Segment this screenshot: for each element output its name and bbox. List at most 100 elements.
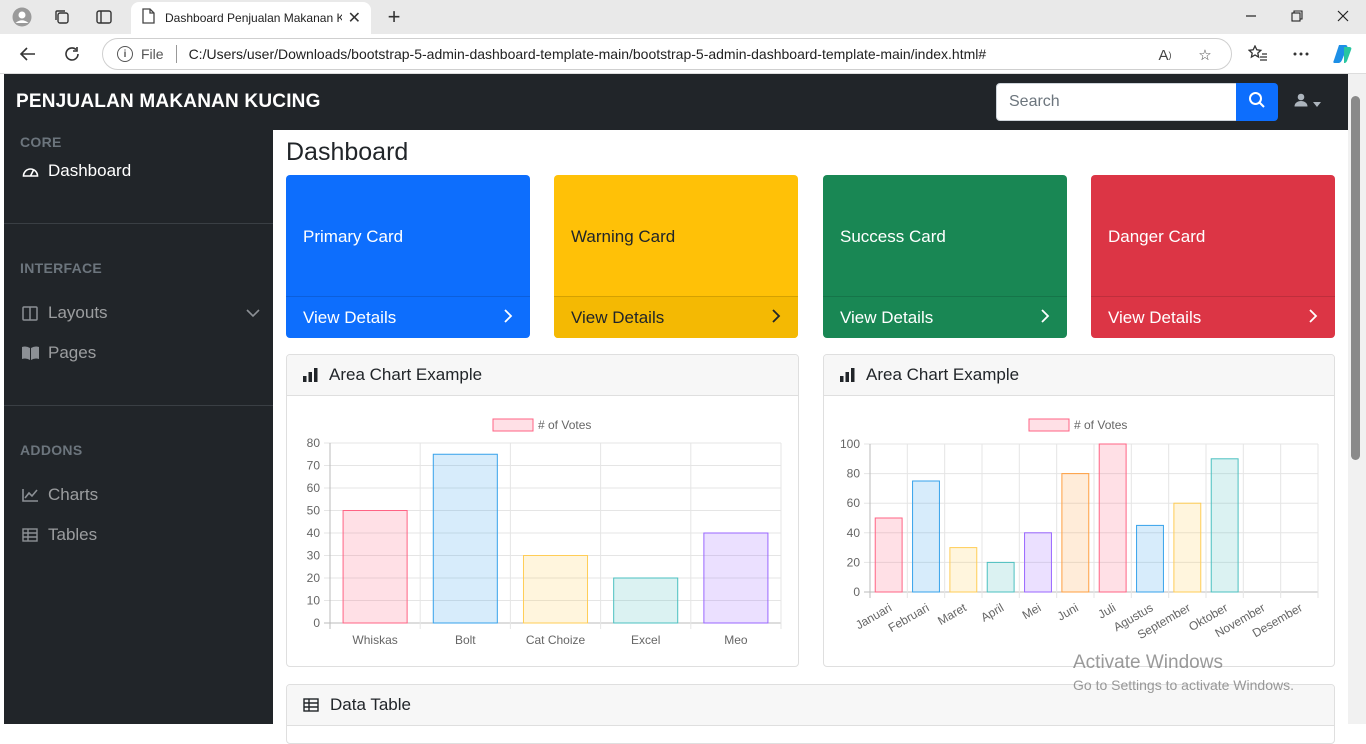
chart-legend: # of Votes: [492, 418, 591, 432]
chevron-right-icon: [504, 308, 513, 328]
windows-activation-watermark: Activate Windows Go to Settings to activ…: [1073, 652, 1294, 693]
top-navbar: PENJUALAN MAKANAN KUCING Search: [4, 74, 1348, 130]
y-tick-label: 10: [307, 594, 321, 608]
profile-icon[interactable]: [11, 6, 33, 28]
page-title: Dashboard: [286, 138, 409, 166]
y-tick-label: 40: [847, 526, 861, 540]
y-tick-label: 80: [847, 467, 861, 481]
back-icon[interactable]: [17, 43, 39, 65]
sidebar: CORE Dashboard INTERFACE Layouts Pages A…: [4, 130, 273, 724]
page-scrollbar[interactable]: [1348, 74, 1366, 724]
refresh-icon[interactable]: [61, 43, 83, 65]
chart-body: # of Votes020406080100JanuariFebruari Mar…: [840, 418, 1319, 642]
url-field[interactable]: i File C:/Users/user/Downloads/bootstrap…: [102, 38, 1232, 70]
card-header: Area Chart Example: [824, 355, 1334, 396]
view-details-label: View Details: [1108, 307, 1202, 327]
bar-whiskas: [342, 510, 408, 624]
sidebar-item-label: Pages: [48, 343, 97, 362]
minimize-icon[interactable]: [1241, 6, 1261, 26]
sidebar-item-dashboard[interactable]: Dashboard: [20, 161, 260, 181]
chevron-right-icon: [1309, 308, 1318, 328]
warning-card: Warning Card View Details: [554, 175, 798, 338]
search-icon: [1248, 91, 1266, 114]
sidebar-divider: [4, 405, 273, 406]
bar-maret: [949, 547, 978, 593]
table-icon: [303, 698, 319, 712]
card-title: Data Table: [330, 695, 411, 714]
primary-card: Primary Card View Details: [286, 175, 530, 338]
search-input[interactable]: Search: [996, 83, 1237, 121]
search-button[interactable]: [1236, 83, 1278, 121]
favorite-star-icon[interactable]: ☆: [1195, 45, 1215, 65]
y-tick-label: 0: [853, 585, 860, 599]
sidebar-item-layouts[interactable]: Layouts: [20, 303, 260, 323]
view-details-label: View Details: [571, 307, 665, 327]
copilot-icon[interactable]: [1332, 43, 1354, 65]
view-details-link[interactable]: View Details: [286, 296, 530, 338]
main-content: Dashboard Primary Card View Details Warn…: [273, 130, 1348, 744]
table-icon: [20, 526, 40, 544]
data-table-card: Data Table: [286, 684, 1335, 744]
legend-swatch: [1028, 418, 1070, 432]
bar-oktober: [1210, 458, 1239, 593]
new-tab-button[interactable]: +: [382, 5, 406, 29]
y-tick-label: 80: [307, 436, 321, 450]
y-tick-label: 60: [307, 481, 321, 495]
x-tick-label: Februari: [886, 600, 932, 634]
browser-tab[interactable]: Dashboard Penjualan Makanan Kucing ✕: [131, 2, 371, 34]
card-label: Primary Card: [303, 227, 404, 246]
workspaces-icon[interactable]: [51, 6, 73, 28]
bar-meo: [703, 532, 769, 624]
bar-juni: [1061, 473, 1090, 593]
sidebar-item-tables[interactable]: Tables: [20, 525, 260, 545]
address-separator: [175, 45, 177, 63]
y-tick-label: 50: [307, 504, 321, 518]
chevron-down-icon: [246, 303, 260, 323]
read-aloud-icon[interactable]: A): [1155, 45, 1175, 65]
brand-title[interactable]: PENJUALAN MAKANAN KUCING: [16, 91, 321, 113]
legend-label: # of Votes: [538, 418, 591, 432]
card-title: Area Chart Example: [866, 365, 1020, 384]
card-title: Area Chart Example: [329, 365, 483, 384]
x-tick-label: April: [978, 600, 1006, 624]
chevron-right-icon: [1041, 308, 1050, 328]
columns-icon: [20, 304, 40, 322]
scrollbar-thumb[interactable]: [1351, 96, 1360, 460]
watermark-line-2: Go to Settings to activate Windows.: [1073, 677, 1294, 693]
x-tick-label: Juli: [1096, 600, 1119, 621]
site-info-icon[interactable]: i: [117, 46, 133, 62]
y-tick-label: 20: [307, 571, 321, 585]
restore-icon[interactable]: [1287, 6, 1307, 26]
bar-februari: [912, 480, 940, 593]
address-scheme-label: File: [141, 46, 164, 62]
tab-actions-icon[interactable]: [93, 6, 115, 28]
x-tick-label: Meo: [724, 633, 748, 647]
user-icon: [1294, 93, 1308, 112]
url-text: C:/Users/user/Downloads/bootstrap-5-admi…: [188, 46, 987, 62]
sidebar-item-charts[interactable]: Charts: [20, 485, 260, 505]
bar-cat-choize: [522, 555, 589, 624]
favorites-icon[interactable]: [1247, 43, 1269, 65]
view-details-link[interactable]: View Details: [823, 296, 1067, 338]
tab-close-icon[interactable]: ✕: [348, 8, 361, 28]
more-options-icon[interactable]: [1290, 43, 1312, 65]
x-tick-label: Maret: [935, 600, 969, 628]
y-tick-label: 70: [307, 459, 321, 473]
sidebar-item-pages[interactable]: Pages: [20, 343, 260, 363]
bar-april: [986, 561, 1015, 593]
y-tick-label: 0: [313, 616, 320, 630]
chart-card-2: Area Chart Example # of Votes 0 20 40 60 80 10…: [823, 354, 1335, 667]
tab-title: Dashboard Penjualan Makanan Kucing: [165, 11, 342, 25]
chevron-right-icon: [772, 308, 781, 328]
close-window-icon[interactable]: [1333, 6, 1353, 26]
sidebar-item-label: Tables: [48, 525, 98, 544]
view-details-link[interactable]: View Details: [1091, 296, 1335, 338]
bar-chart-icon: [840, 368, 855, 382]
view-details-link[interactable]: View Details: [554, 296, 798, 338]
card-header: Area Chart Example: [287, 355, 798, 396]
card-label: Danger Card: [1108, 227, 1206, 246]
y-tick-label: 100: [840, 437, 860, 451]
user-menu-button[interactable]: [1294, 93, 1321, 112]
x-tick-label: Mei: [1020, 600, 1044, 622]
bar-chart-icon: [303, 368, 318, 382]
